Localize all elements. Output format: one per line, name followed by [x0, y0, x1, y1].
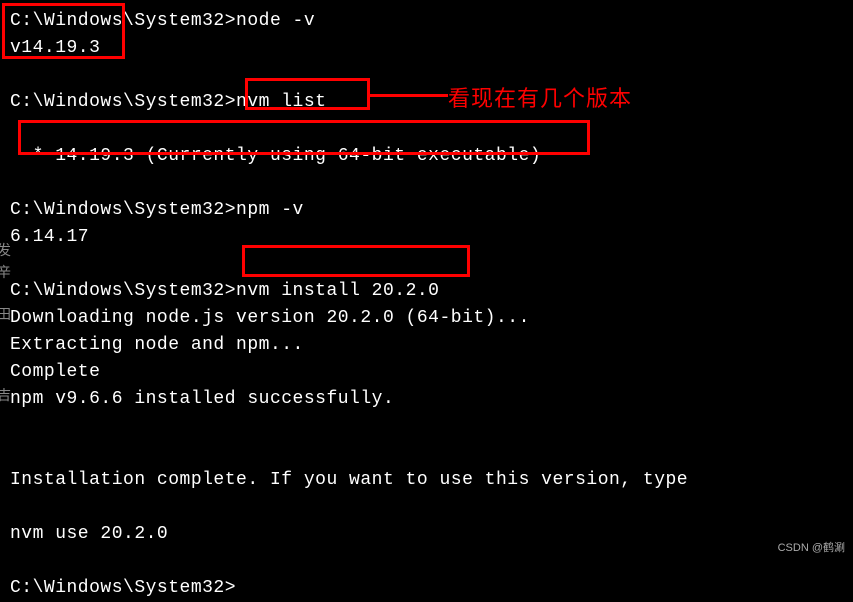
terminal-line [10, 440, 843, 467]
terminal-line: Downloading node.js version 20.2.0 (64-b… [10, 305, 843, 332]
terminal-line: C:\Windows\System32>nvm install 20.2.0 [10, 278, 843, 305]
terminal-line: C:\Windows\System32>nvm list [10, 89, 843, 116]
terminal-line: * 14.19.3 (Currently using 64-bit execut… [10, 143, 843, 170]
terminal-line: C:\Windows\System32>node -v [10, 8, 843, 35]
terminal-line [10, 494, 843, 521]
terminal-line: Complete [10, 359, 843, 386]
terminal-line [10, 413, 843, 440]
watermark-text: CSDN @鹤涮 [778, 540, 845, 557]
annotation-text: 看现在有几个版本 [448, 82, 632, 115]
terminal-line: Extracting node and npm... [10, 332, 843, 359]
terminal-output[interactable]: C:\Windows\System32>node -v v14.19.3 C:\… [10, 8, 843, 602]
terminal-line [10, 170, 843, 197]
terminal-line: npm v9.6.6 installed successfully. [10, 386, 843, 413]
terminal-line: nvm use 20.2.0 [10, 521, 843, 548]
terminal-line: C:\Windows\System32>npm -v [10, 197, 843, 224]
terminal-line [10, 548, 843, 575]
terminal-line [10, 251, 843, 278]
terminal-line [10, 62, 843, 89]
terminal-line: C:\Windows\System32> [10, 575, 843, 602]
terminal-line: Installation complete. If you want to us… [10, 467, 843, 494]
terminal-line [10, 116, 843, 143]
terminal-line: 6.14.17 [10, 224, 843, 251]
terminal-line: v14.19.3 [10, 35, 843, 62]
